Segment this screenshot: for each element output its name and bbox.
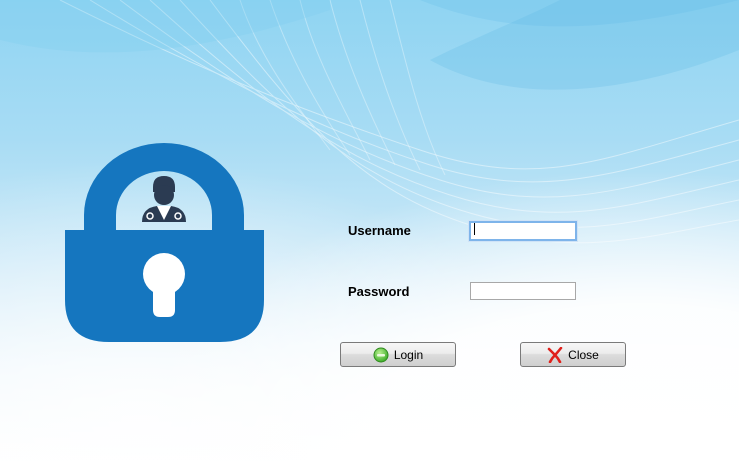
- red-x-icon: [547, 346, 563, 363]
- login-button-label: Login: [393, 347, 424, 362]
- password-field[interactable]: [470, 282, 576, 300]
- padlock-doctor-icon: [65, 143, 264, 342]
- username-field[interactable]: [469, 221, 577, 241]
- text-caret: [474, 223, 475, 235]
- green-minus-circle-icon: [373, 347, 389, 362]
- password-label: Password: [348, 284, 410, 299]
- username-label: Username: [348, 223, 411, 238]
- login-button[interactable]: Login: [340, 342, 456, 367]
- doctor-avatar-icon: [142, 176, 186, 222]
- close-button-label: Close: [568, 347, 599, 362]
- close-button[interactable]: Close: [520, 342, 626, 367]
